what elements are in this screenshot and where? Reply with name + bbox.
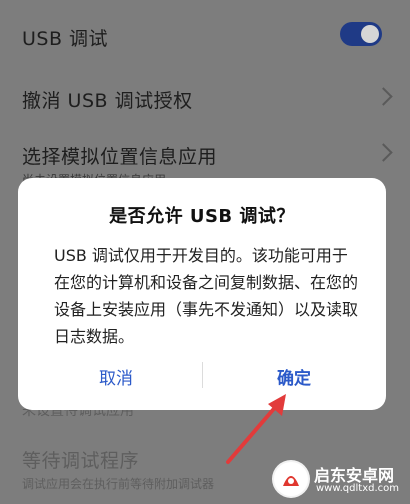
mock-location-label: 选择模拟位置信息应用 [22,146,218,168]
toggle-knob [361,25,379,43]
dialog-title: 是否允许 USB 调试？ [109,206,295,227]
usb-debug-toggle[interactable] [340,22,382,46]
watermark-url: www.qdltxd.com [316,483,399,494]
usb-debug-row[interactable]: USB 调试 [22,24,388,51]
revoke-usb-label: 撤消 USB 调试授权 [22,90,193,112]
button-divider [202,362,203,388]
usb-debug-label: USB 调试 [22,28,109,50]
red-arrow-icon [226,394,286,464]
cancel-button[interactable]: 取消 [56,364,176,389]
dialog-body: USB 调试仅用于开发目的。该功能可用于在您的计算机和设备之间复制数据、在您的设… [54,246,359,346]
watermark: 启东安卓网 www.qdltxd.com [272,460,404,498]
watermark-logo-icon [272,460,310,498]
usb-debug-dialog: 是否允许 USB 调试？ USB 调试仅用于开发目的。该功能可用于在您的计算机和… [18,178,386,410]
confirm-button[interactable]: 确定 [234,364,354,389]
revoke-usb-row[interactable]: 撤消 USB 调试授权 [22,86,393,113]
